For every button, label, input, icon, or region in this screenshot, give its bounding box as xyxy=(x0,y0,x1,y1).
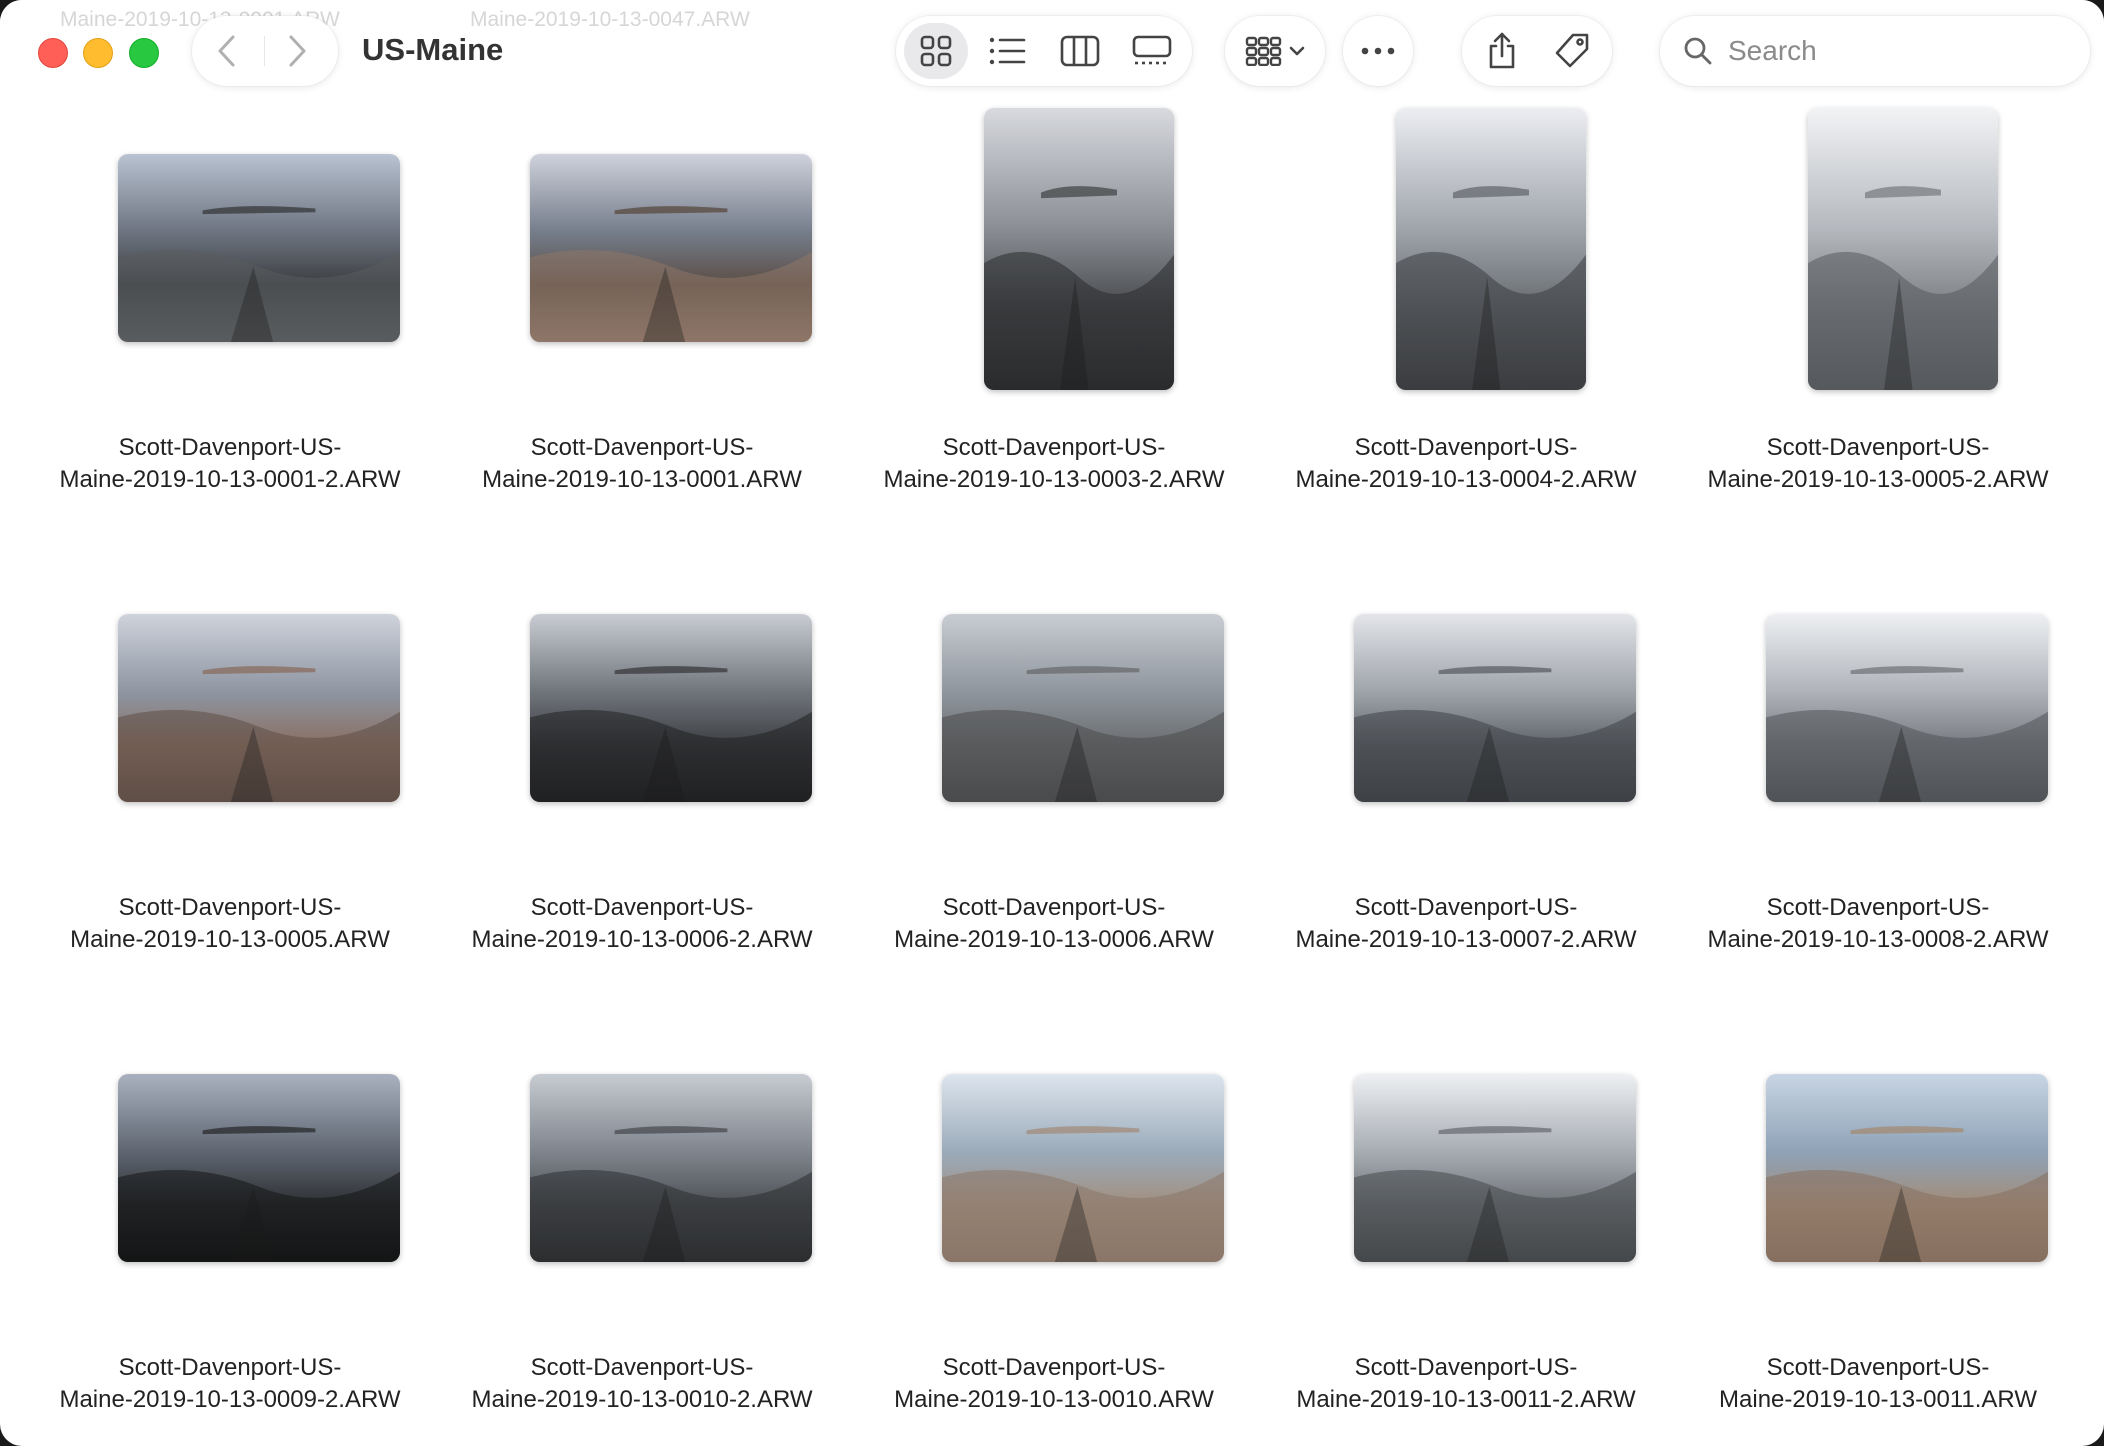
file-item[interactable]: Scott-Davenport-US- Maine-2019-10-13-0011… xyxy=(1266,920,1666,1413)
tag-icon xyxy=(1555,33,1589,68)
list-icon xyxy=(989,37,1026,65)
file-thumbnail[interactable] xyxy=(118,614,400,802)
file-grid: Scott-Davenport-US- Maine-2019-10-13-0001… xyxy=(0,0,2104,1446)
file-name-line: Scott-Davenport-US- xyxy=(530,1354,754,1381)
file-name-line: Scott-Davenport-US- xyxy=(118,1354,342,1381)
search-icon xyxy=(1682,35,1714,67)
file-thumbnail[interactable] xyxy=(530,1074,812,1262)
file-item[interactable]: Scott-Davenport-US- Maine-2019-10-13-0007… xyxy=(1266,460,1666,953)
search-field[interactable] xyxy=(1660,16,2090,86)
view-switcher xyxy=(896,16,1192,86)
column-view-button[interactable] xyxy=(1048,23,1112,79)
file-thumbnail[interactable] xyxy=(1808,108,1998,390)
file-thumbnail[interactable] xyxy=(984,108,1174,390)
file-item[interactable]: Scott-Davenport-US- Maine-2019-10-13-0010… xyxy=(854,920,1254,1413)
file-item[interactable]: Scott-Davenport-US- Maine-2019-10-13-0006… xyxy=(854,460,1254,953)
file-thumbnail[interactable] xyxy=(1766,614,2048,802)
file-name-line: Scott-Davenport-US- xyxy=(942,1354,1166,1381)
more-actions-button[interactable] xyxy=(1343,16,1413,86)
window-title: US-Maine xyxy=(362,32,504,67)
file-thumbnail[interactable] xyxy=(942,614,1224,802)
chevron-left-icon xyxy=(218,35,235,67)
file-name-line: Maine-2019-10-13-0010.ARW xyxy=(894,1386,1214,1413)
file-item[interactable]: Scott-Davenport-US- Maine-2019-10-13-0008… xyxy=(1678,460,2078,953)
tags-button[interactable] xyxy=(1542,23,1602,79)
file-name: Scott-Davenport-US- Maine-2019-10-13-0010… xyxy=(413,1352,871,1416)
ghost-filename: Maine-2019-10-13-0047.ARW xyxy=(470,8,750,31)
file-thumbnail[interactable] xyxy=(942,1074,1224,1262)
columns-icon xyxy=(1060,35,1100,67)
icon-view-button[interactable] xyxy=(904,23,968,79)
file-thumbnail[interactable] xyxy=(118,1074,400,1262)
file-thumbnail[interactable] xyxy=(118,154,400,342)
group-button[interactable] xyxy=(1225,16,1325,86)
file-item[interactable]: Scott-Davenport-US- Maine-2019-10-13-0010… xyxy=(442,920,842,1413)
gallery-icon xyxy=(1132,35,1172,65)
group-icon xyxy=(1245,36,1282,66)
file-thumbnail[interactable] xyxy=(530,154,812,342)
toolbar: Maine-2019-10-13-0001.ARW Maine-2019-10-… xyxy=(0,0,2104,104)
back-button[interactable] xyxy=(192,16,262,86)
file-item[interactable]: Scott-Davenport-US- Maine-2019-10-13-0009… xyxy=(30,920,430,1413)
file-name-line: Scott-Davenport-US- xyxy=(1766,1354,1990,1381)
file-name-line: Maine-2019-10-13-0011-2.ARW xyxy=(1296,1386,1636,1413)
grid-icon xyxy=(920,35,952,67)
file-name: Scott-Davenport-US- Maine-2019-10-13-0010… xyxy=(825,1352,1283,1416)
file-item[interactable]: Scott-Davenport-US- Maine-2019-10-13-0011… xyxy=(1678,920,2078,1413)
file-thumbnail[interactable] xyxy=(1354,1074,1636,1262)
zoom-button[interactable] xyxy=(129,38,159,68)
chevron-right-icon xyxy=(289,35,306,67)
list-view-button[interactable] xyxy=(976,23,1040,79)
file-name: Scott-Davenport-US- Maine-2019-10-13-0009… xyxy=(1,1352,459,1416)
file-name-line: Scott-Davenport-US- xyxy=(1354,1354,1578,1381)
file-thumbnail[interactable] xyxy=(1354,614,1636,802)
forward-button[interactable] xyxy=(262,16,332,86)
ellipsis-icon xyxy=(1361,47,1395,55)
file-thumbnail[interactable] xyxy=(530,614,812,802)
file-name-line: Maine-2019-10-13-0009-2.ARW xyxy=(59,1386,401,1413)
share-icon xyxy=(1489,32,1515,69)
file-thumbnail[interactable] xyxy=(1766,1074,2048,1262)
gallery-view-button[interactable] xyxy=(1120,23,1184,79)
file-name-line: Maine-2019-10-13-0010-2.ARW xyxy=(471,1386,813,1413)
share-button[interactable] xyxy=(1472,23,1532,79)
file-thumbnail[interactable] xyxy=(1396,108,1586,390)
file-name: Scott-Davenport-US- Maine-2019-10-13-0011… xyxy=(1649,1352,2104,1416)
finder-window: Scott-Davenport-US- Maine-2019-10-13-0001… xyxy=(0,0,2104,1446)
search-input[interactable] xyxy=(1726,34,2060,68)
file-item[interactable]: Scott-Davenport-US- Maine-2019-10-13-0005… xyxy=(30,460,430,953)
file-item[interactable]: Scott-Davenport-US- Maine-2019-10-13-0006… xyxy=(442,460,842,953)
chevron-down-icon xyxy=(1289,46,1305,56)
navigation-group xyxy=(192,16,338,86)
file-name-line: Maine-2019-10-13-0011.ARW xyxy=(1719,1386,2037,1413)
share-tag-group xyxy=(1462,16,1612,86)
file-name: Scott-Davenport-US- Maine-2019-10-13-0011… xyxy=(1237,1352,1695,1416)
close-button[interactable] xyxy=(38,38,68,68)
minimize-button[interactable] xyxy=(83,38,113,68)
